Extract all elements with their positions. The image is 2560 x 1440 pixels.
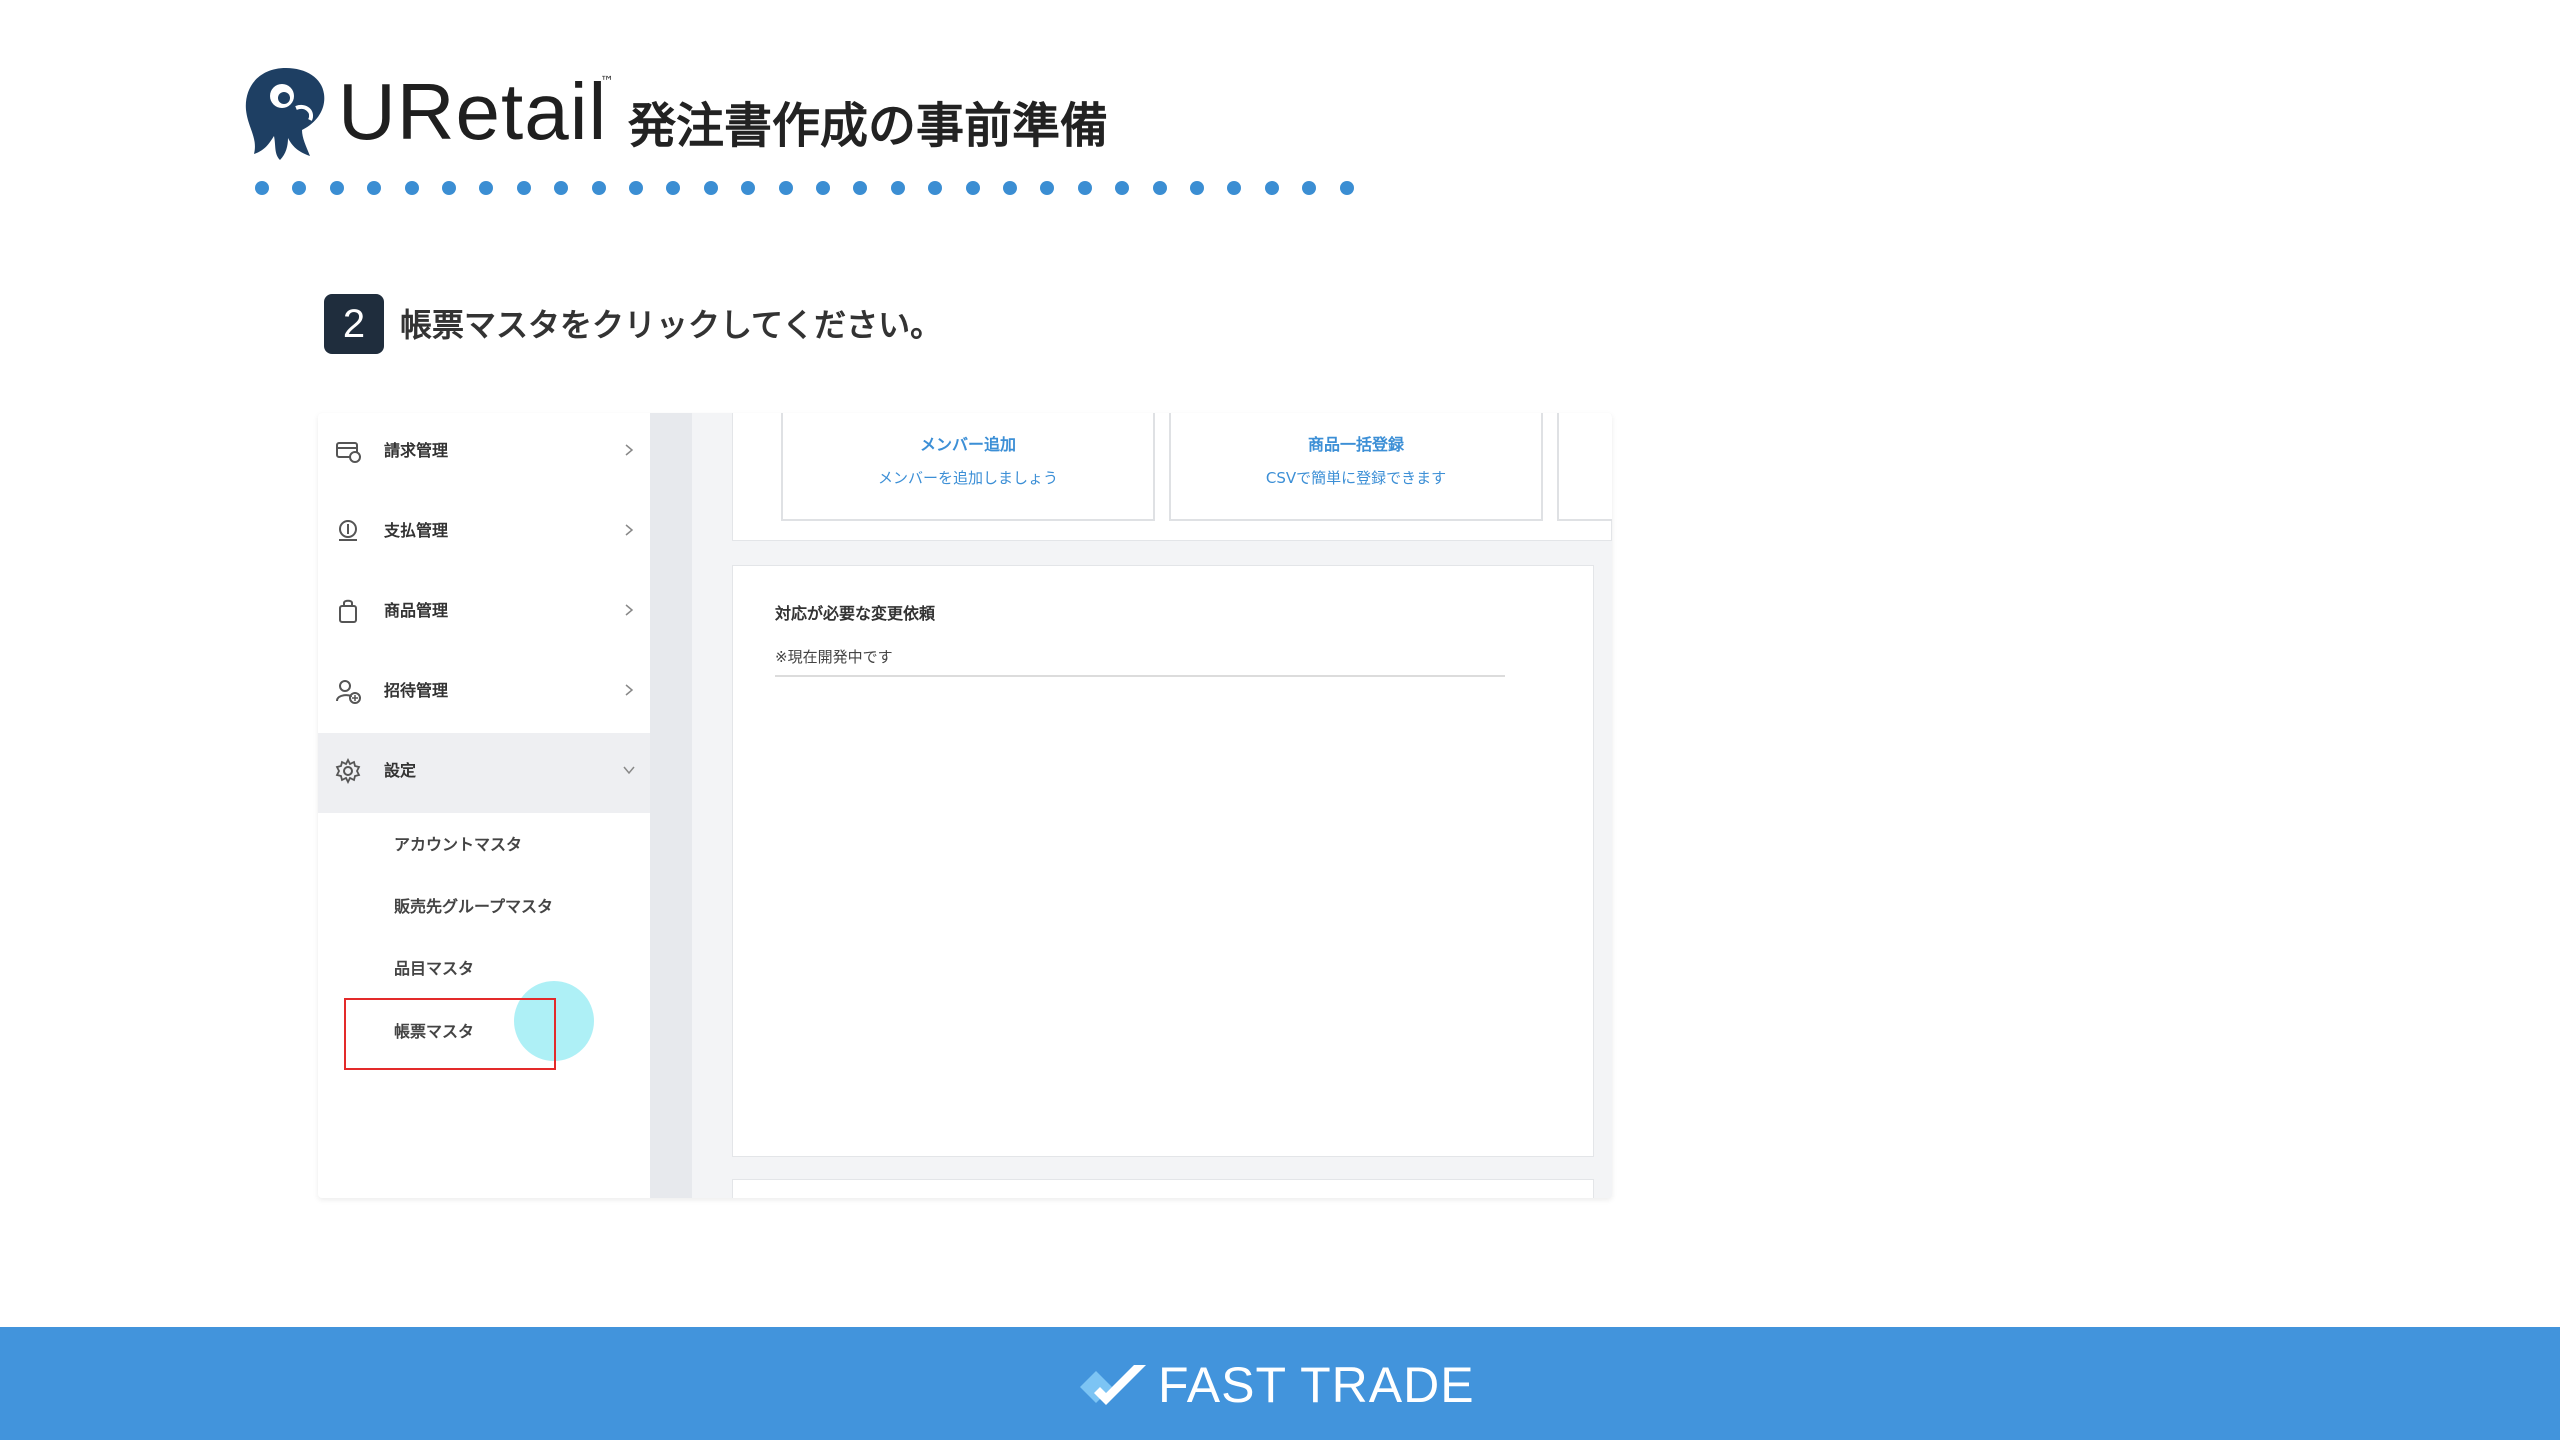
- change-requests-panel: 対応が必要な変更依頼 ※現在開発中です: [732, 565, 1594, 1157]
- chevron-right-icon: [625, 684, 634, 696]
- divider-dot: [591, 181, 606, 195]
- sidebar-item-settings[interactable]: 設定: [318, 733, 650, 813]
- divider-dot: [629, 181, 643, 195]
- sidebar-item-products[interactable]: 商品管理: [318, 573, 650, 653]
- highlight-box: [344, 998, 556, 1070]
- product-bag-icon: [339, 599, 357, 623]
- divider-dot: [1077, 181, 1092, 195]
- submenu-item-customer-group-master[interactable]: 販売先グループマスタ: [394, 895, 553, 919]
- divider-dot: [778, 181, 793, 195]
- card-title: 商品一括登録: [1307, 435, 1404, 454]
- trademark-mark: ™: [600, 74, 614, 90]
- divider-dot: [404, 181, 419, 195]
- sidebar-item-label: 設定: [384, 761, 417, 780]
- divider-dot: [1339, 181, 1354, 195]
- app-screenshot: 請求管理 支払管理 商品管理 招待管理 設定 アカウントマスタ 販売先グループマ…: [318, 413, 1612, 1198]
- card-subtitle: CSVで簡単に登録できます: [1265, 469, 1447, 487]
- divider-dot: [479, 181, 494, 195]
- dotted-divider: [255, 181, 1365, 195]
- submenu-item-item-master[interactable]: 品目マスタ: [394, 957, 474, 981]
- divider-dot: [1003, 181, 1017, 195]
- card-title: メンバー追加: [919, 435, 1016, 454]
- divider-dot: [816, 181, 830, 195]
- step-instruction: 帳票マスタをクリックしてください。: [400, 306, 943, 344]
- footer-bar: FAST TRADE: [0, 1327, 2560, 1440]
- quick-actions-row: メンバー追加 メンバーを追加しましょう 商品一括登録 CSVで簡単に登録できます: [732, 413, 1612, 541]
- fast-trade-logo-icon: [1080, 1365, 1146, 1405]
- submenu-item-account-master[interactable]: アカウントマスタ: [394, 833, 522, 857]
- payment-icon: [339, 520, 357, 541]
- divider-dot: [965, 181, 980, 195]
- brand-name: URetail: [338, 67, 608, 156]
- divider-dot: [928, 181, 943, 195]
- uretail-logo: URetail ™ 発注書作成の事前準備: [240, 62, 1240, 172]
- octopus-logo-icon: [245, 68, 325, 160]
- divider-dot: [666, 181, 681, 195]
- chevron-right-icon: [625, 604, 634, 616]
- divider-dot: [853, 181, 868, 195]
- bulk-product-register-card[interactable]: 商品一括登録 CSVで簡単に登録できます: [1169, 413, 1543, 521]
- next-panel-partial: [732, 1179, 1594, 1198]
- sidebar-item-label: 支払管理: [384, 521, 449, 540]
- divider-dot: [1227, 181, 1242, 195]
- panel-title: 対応が必要な変更依頼: [775, 604, 936, 623]
- divider-dot: [367, 181, 382, 195]
- sidebar-item-label: 招待管理: [384, 681, 449, 700]
- sidebar-divider-strip: [650, 413, 692, 1198]
- divider-dot: [703, 181, 718, 195]
- card-subtitle: メンバーを追加しましょう: [877, 469, 1058, 487]
- step-number-badge: 2: [324, 294, 384, 354]
- sidebar-item-payment[interactable]: 支払管理: [318, 493, 650, 573]
- sidebar-item-billing[interactable]: 請求管理: [318, 413, 650, 493]
- invoice-icon: [336, 442, 361, 463]
- divider-dot: [1190, 181, 1204, 195]
- divider-dot: [1115, 181, 1130, 195]
- divider-dot: [1152, 181, 1167, 195]
- divider-dot: [516, 181, 531, 195]
- divider-dot: [1264, 181, 1279, 195]
- invite-user-icon: [336, 680, 361, 704]
- divider-dot: [1040, 181, 1055, 195]
- divider-dot: [741, 181, 756, 195]
- sidebar: 請求管理 支払管理 商品管理 招待管理 設定 アカウントマスタ 販売先グループマ…: [318, 413, 650, 1198]
- divider-dot: [554, 181, 569, 195]
- divider-dot: [329, 181, 344, 195]
- sidebar-item-label: 商品管理: [384, 601, 449, 620]
- panel-note: ※現在開発中です: [775, 646, 1505, 677]
- next-card-partial[interactable]: [1557, 413, 1612, 521]
- divider-dot: [1302, 181, 1317, 195]
- add-member-card[interactable]: メンバー追加 メンバーを追加しましょう: [781, 413, 1155, 521]
- chevron-right-icon: [625, 444, 634, 456]
- main-content: メンバー追加 メンバーを追加しましょう 商品一括登録 CSVで簡単に登録できます…: [692, 413, 1612, 1198]
- chevron-down-icon: [623, 766, 635, 775]
- chevron-right-icon: [625, 524, 634, 536]
- divider-dot: [442, 181, 456, 195]
- divider-dot: [890, 181, 905, 195]
- sidebar-item-invite[interactable]: 招待管理: [318, 653, 650, 733]
- divider-dot: [255, 181, 269, 195]
- gear-icon: [335, 757, 361, 785]
- page-title: 発注書作成の事前準備: [628, 98, 1109, 154]
- divider-dot: [292, 181, 307, 195]
- footer-brand: FAST TRADE: [1158, 1357, 1475, 1413]
- sidebar-item-label: 請求管理: [384, 441, 449, 460]
